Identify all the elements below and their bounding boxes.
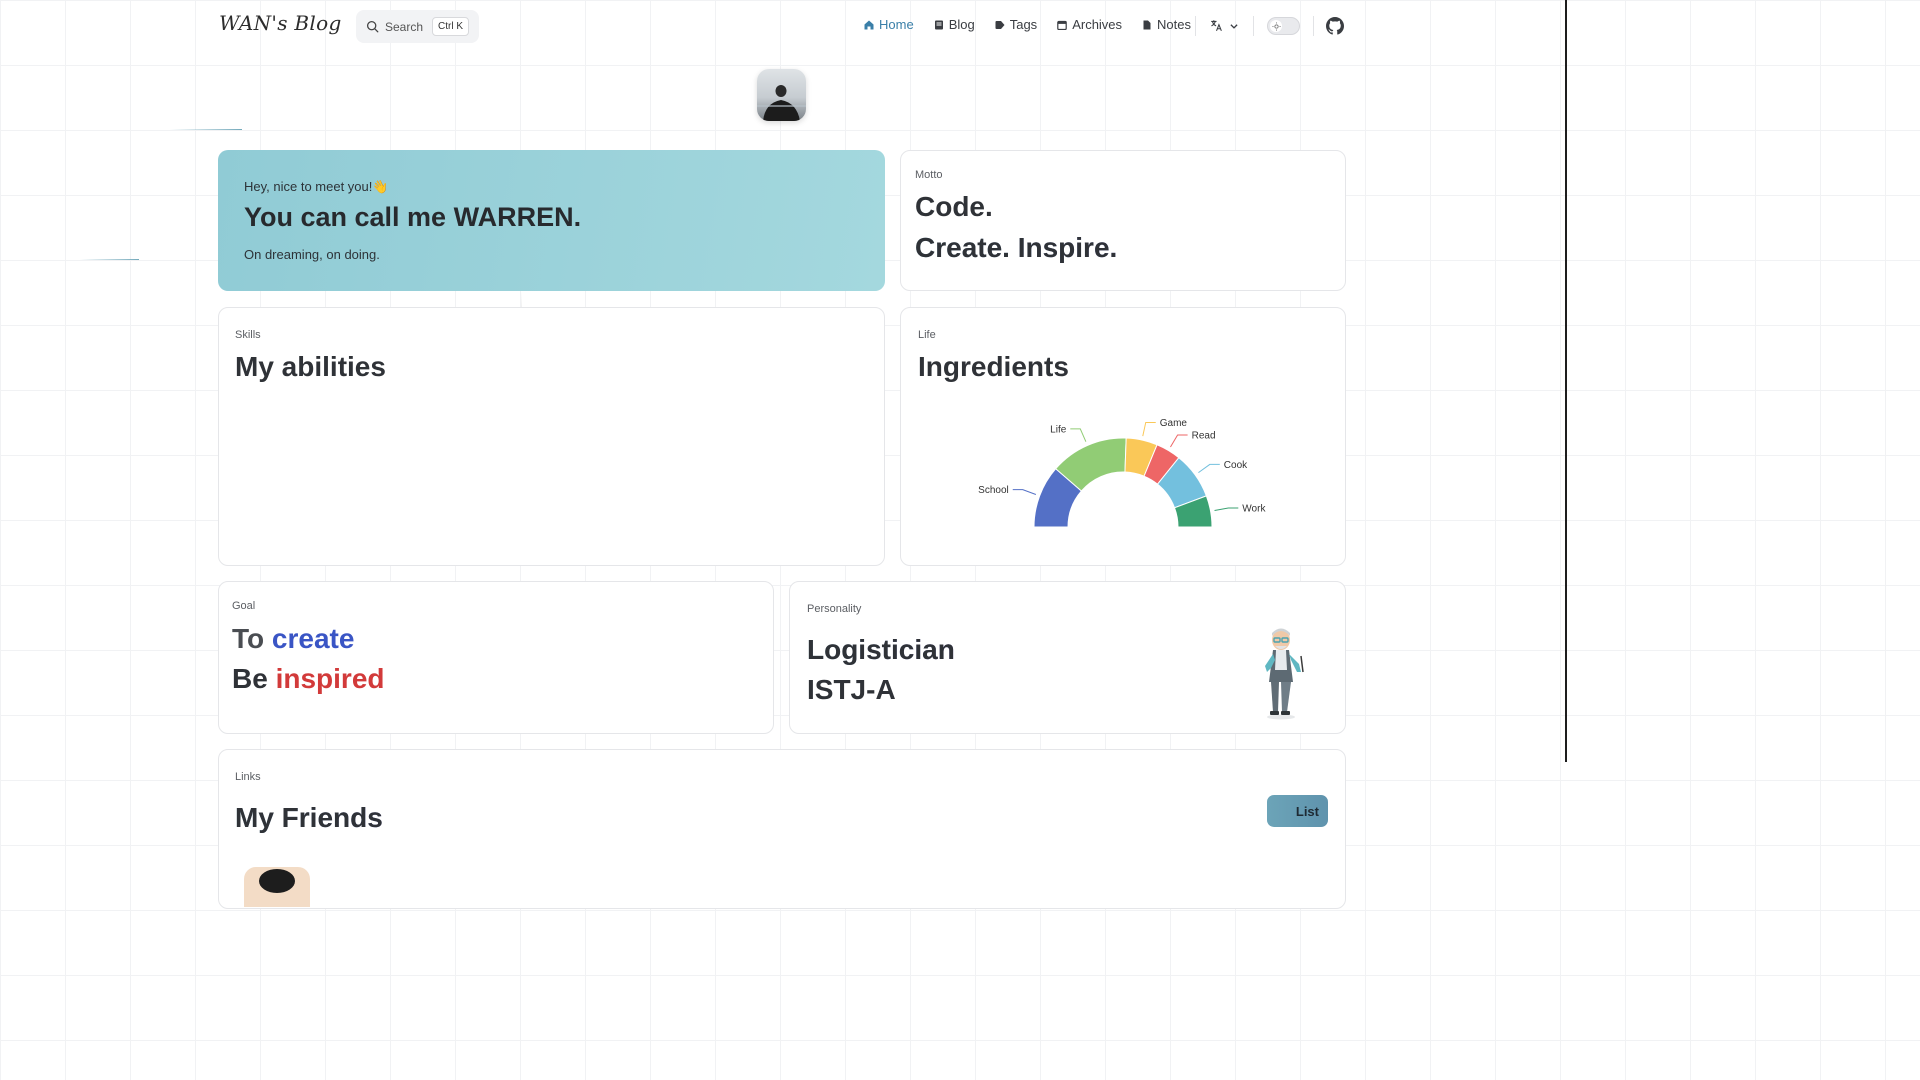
- intro-greeting: Hey, nice to meet you!👋: [244, 179, 389, 194]
- chart-label-game: Game: [1160, 418, 1188, 429]
- skills-eyebrow: Skills: [235, 329, 261, 341]
- theme-toggle[interactable]: [1267, 17, 1300, 35]
- chart-label-work: Work: [1242, 504, 1266, 515]
- top-header: WAN's Blog Search Ctrl K Home Blog Tags …: [0, 0, 1568, 54]
- chart-leader-cook: [1198, 463, 1220, 474]
- links-title: My Friends: [235, 802, 383, 833]
- friends-list-button[interactable]: List: [1267, 795, 1328, 827]
- motto-line-1: Code.: [915, 191, 993, 222]
- site-logo[interactable]: WAN's Blog: [219, 11, 342, 35]
- chart-leader-game: [1142, 421, 1156, 437]
- nav-tags-label: Tags: [1009, 17, 1038, 32]
- goal-card: Goal To create Be inspired: [218, 581, 774, 734]
- motto-line-2: Create. Inspire.: [915, 232, 1118, 263]
- chart-label-read: Read: [1192, 430, 1216, 441]
- tag-icon: [995, 20, 1005, 29]
- main-nav: Home Blog Tags Archives Notes: [864, 17, 1211, 32]
- chart-leader-school: [1012, 489, 1037, 495]
- nav-divider: [1313, 16, 1314, 36]
- page-scrollbar[interactable]: [1565, 0, 1567, 762]
- background-streak: [80, 259, 139, 260]
- goal-line-2: Be inspired: [232, 663, 385, 695]
- intro-tagline: On dreaming, on doing.: [244, 247, 380, 262]
- friend-avatar-icon: [259, 869, 295, 893]
- search-icon: [366, 20, 379, 33]
- personality-eyebrow: Personality: [807, 603, 862, 615]
- toggle-knob: [1270, 20, 1282, 32]
- motto-eyebrow: Motto: [915, 169, 943, 181]
- book-icon: [934, 20, 943, 29]
- avatar-person-icon: [757, 85, 806, 121]
- motto-card: Motto Code. Create. Inspire.: [900, 150, 1346, 291]
- personality-type-name: Logistician: [807, 634, 955, 665]
- language-switcher[interactable]: [1210, 19, 1239, 32]
- nav-blog[interactable]: Blog: [934, 17, 975, 32]
- wave-emoji: 👋: [372, 179, 389, 194]
- skills-title: My abilities: [235, 351, 386, 382]
- search-box[interactable]: Search Ctrl K: [356, 10, 479, 43]
- goal-line-1: To create: [232, 623, 354, 655]
- nav-divider: [1195, 16, 1196, 36]
- chart-label-cook: Cook: [1224, 460, 1248, 471]
- nav-archives[interactable]: Archives: [1057, 17, 1122, 32]
- nav-notes[interactable]: Notes: [1142, 17, 1191, 32]
- search-placeholder: Search: [385, 19, 424, 34]
- chart-leader-work: [1214, 507, 1239, 511]
- life-chart: School Life Game Read Cook Work: [978, 418, 1266, 528]
- friends-list-button-label: List: [1295, 803, 1319, 819]
- chart-label-school: School: [978, 485, 1009, 496]
- goal-highlight-inspired: inspired: [275, 663, 385, 694]
- translate-icon: [1211, 20, 1222, 31]
- goal-line-2-prefix: Be: [232, 663, 276, 694]
- chevron-down-icon: [1230, 23, 1238, 29]
- nav-notes-label: Notes: [1157, 17, 1192, 32]
- chart-leader-life: [1070, 428, 1087, 442]
- nav-tags[interactable]: Tags: [995, 17, 1037, 32]
- nav-archives-label: Archives: [1072, 17, 1123, 32]
- nav-divider: [1253, 16, 1254, 36]
- goal-eyebrow: Goal: [232, 600, 256, 612]
- links-card: Links My Friends: [218, 749, 1346, 909]
- friend-avatar[interactable]: [244, 867, 310, 907]
- chart-label-life: Life: [1050, 424, 1067, 435]
- logistician-character-icon: [1265, 628, 1304, 720]
- intro-card: Hey, nice to meet you!👋 You can call me …: [218, 150, 885, 291]
- skills-card: Skills My abilities: [218, 307, 885, 566]
- search-shortcut: Ctrl K: [432, 17, 469, 36]
- personality-card: Personality Logistician ISTJ-A: [789, 581, 1346, 734]
- chart-leader-read: [1170, 434, 1188, 448]
- nav-home-label: Home: [879, 17, 914, 32]
- file-icon: [1143, 20, 1151, 29]
- home-icon: [864, 20, 874, 29]
- goal-highlight-create: create: [271, 623, 355, 654]
- sun-icon: [1271, 21, 1281, 31]
- calendar-icon: [1057, 20, 1067, 30]
- intro-name: You can call me WARREN.: [244, 202, 582, 232]
- links-eyebrow: Links: [235, 771, 261, 783]
- nav-home[interactable]: Home: [864, 17, 914, 32]
- avatar[interactable]: [757, 69, 806, 121]
- github-icon[interactable]: [1326, 17, 1344, 35]
- background-streak: [170, 129, 242, 130]
- nav-blog-label: Blog: [948, 17, 975, 32]
- life-card: Life Ingredients School Life Game Read Cook W…: [900, 307, 1346, 566]
- goal-line-1-prefix: To: [232, 623, 272, 654]
- personality-type-code: ISTJ-A: [807, 674, 896, 705]
